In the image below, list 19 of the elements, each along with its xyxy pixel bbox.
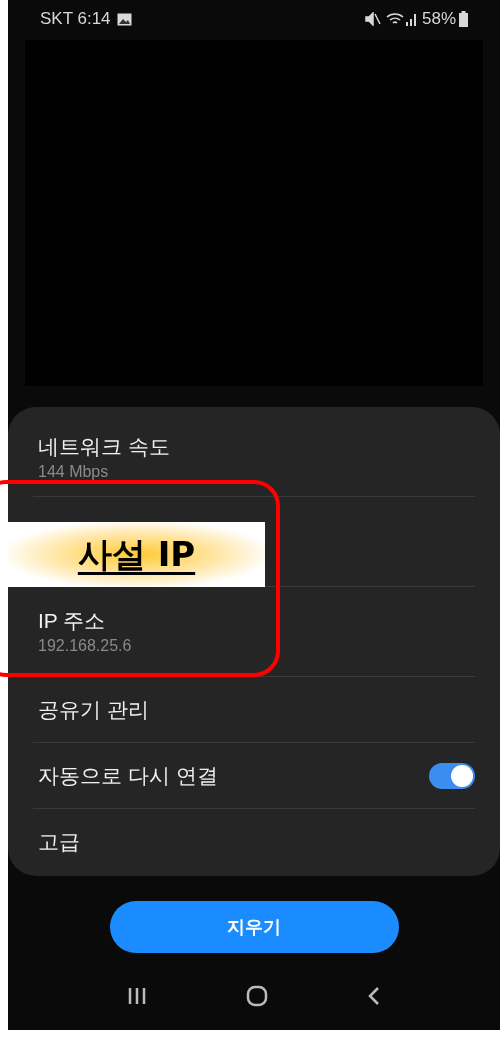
home-icon[interactable]	[246, 985, 268, 1007]
status-time: SKT 6:14	[40, 8, 111, 31]
image-icon	[116, 12, 132, 26]
mute-icon	[364, 12, 381, 26]
signal-icon	[405, 12, 418, 26]
annotation-label: 사설 IP	[77, 533, 196, 576]
setting-value: 192.168.25.6	[38, 635, 133, 656]
back-icon[interactable]	[366, 986, 381, 1006]
setting-title[interactable]: 고급	[38, 828, 470, 856]
setting-title[interactable]: 공유기 관리	[38, 695, 470, 724]
setting-title: IP 주소	[38, 607, 107, 634]
setting-value: 144 Mbps	[38, 462, 110, 482]
battery-icon	[459, 11, 468, 27]
setting-title[interactable]: 자동으로 다시 연결	[38, 761, 424, 790]
wifi-icon	[385, 12, 404, 26]
battery-percent: 58%	[421, 8, 456, 31]
toggle-switch[interactable]	[429, 762, 475, 789]
setting-title: 네트워크 속도	[38, 434, 171, 460]
recent-apps-icon[interactable]	[127, 987, 148, 1005]
